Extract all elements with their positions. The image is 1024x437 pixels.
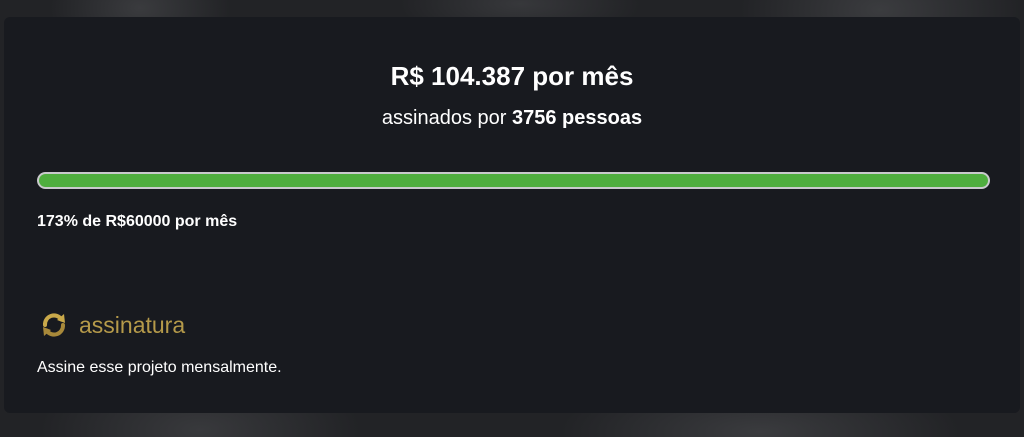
brand-name: assinatura	[79, 312, 186, 338]
brand-description: Assine esse projeto mensalmente.	[37, 359, 282, 376]
subscribers-prefix: assinados por	[381, 107, 507, 129]
subscribers-line: assinados por 3756 pessoas	[4, 105, 1020, 131]
goal-progress-text: 173% de R$60000 por mês	[37, 213, 238, 230]
subscription-refresh-icon	[37, 308, 71, 342]
monthly-amount: R$ 104.387 por mês	[390, 61, 634, 91]
funding-progress-fill	[39, 174, 988, 187]
subscribers-count: 3756 pessoas	[511, 107, 643, 129]
funding-progress-bar	[37, 172, 990, 189]
assinatura-brand: assinatura	[37, 308, 185, 342]
funding-summary-card: R$ 104.387 por mês assinados por 3756 pe…	[4, 17, 1020, 413]
